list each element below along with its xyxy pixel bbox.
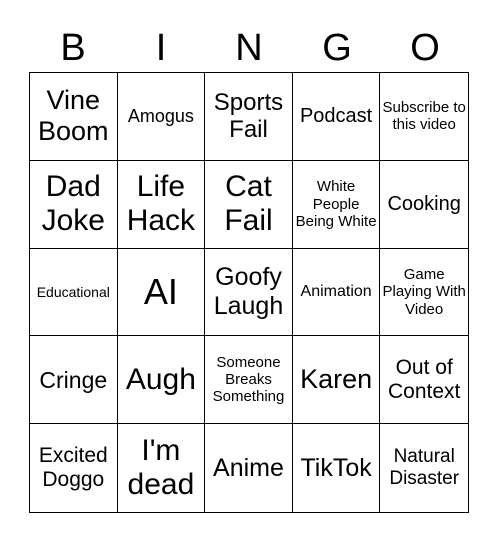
bingo-grid: Vine Boom Amogus Sports Fail Podcast Subscri…: [29, 72, 469, 513]
bingo-cell-label: Cat Fail: [224, 169, 273, 238]
bingo-cell[interactable]: Life Hack: [117, 160, 206, 249]
bingo-cell[interactable]: Educational: [30, 248, 118, 337]
bingo-cell-label: Dad Joke: [41, 169, 105, 238]
bingo-cell[interactable]: Animation: [292, 248, 381, 337]
header-letter-i: I: [155, 27, 167, 69]
bingo-cell[interactable]: Cringe: [30, 336, 118, 425]
bingo-cell-label: Life Hack: [126, 169, 196, 238]
bingo-cell[interactable]: TikTok: [293, 424, 381, 512]
bingo-cell[interactable]: Vine Boom: [30, 73, 118, 161]
bingo-cell-label: Animation: [300, 282, 372, 300]
bingo-cell[interactable]: Cooking: [380, 161, 468, 249]
bingo-cell-label: Podcast: [299, 104, 373, 127]
bingo-cell-label: AI: [143, 271, 178, 313]
bingo-cell[interactable]: Excited Doggo: [30, 424, 118, 512]
header-letter-n: N: [235, 27, 263, 69]
bingo-cell[interactable]: Augh: [117, 336, 206, 425]
bingo-header: B I N G O: [29, 24, 469, 72]
bingo-cell-label: Game Playing With Video: [382, 266, 466, 318]
bingo-cell[interactable]: Sports Fail: [205, 73, 293, 161]
bingo-cell[interactable]: Cat Fail: [205, 160, 293, 249]
bingo-cell-label: Natural Disaster: [389, 446, 460, 490]
header-letter-o: O: [410, 27, 440, 69]
bingo-cell-label: Subscribe to this video: [382, 99, 466, 134]
bingo-cell-label: Goofy Laugh: [213, 263, 284, 320]
bingo-cell[interactable]: Karen: [292, 336, 381, 425]
bingo-cell[interactable]: Amogus: [117, 73, 206, 161]
bingo-cell-label: I'm dead: [127, 433, 195, 502]
bingo-cell-label: Educational: [36, 283, 110, 300]
bingo-cell[interactable]: Anime: [205, 424, 293, 512]
bingo-cell-label: Sports Fail: [213, 88, 284, 144]
bingo-cell[interactable]: Out of Context: [380, 336, 468, 425]
bingo-cell[interactable]: Game Playing With Video: [380, 249, 468, 337]
bingo-cell-label: Excited Doggo: [38, 443, 108, 492]
header-letter-g: G: [322, 27, 352, 69]
bingo-cell-label: Anime: [213, 453, 284, 482]
bingo-cell[interactable]: Podcast: [292, 73, 381, 161]
bingo-cell-label: White People Being White: [295, 178, 377, 230]
bingo-cell[interactable]: AI: [117, 248, 206, 337]
bingo-cell[interactable]: Natural Disaster: [380, 424, 468, 512]
bingo-cell-label: TikTok: [300, 453, 372, 482]
bingo-cell-label: Cringe: [39, 366, 108, 393]
bingo-cell-label: Someone Breaks Something: [212, 353, 285, 406]
bingo-cell[interactable]: Goofy Laugh: [205, 248, 293, 337]
header-letter-b: B: [60, 27, 86, 69]
bingo-cell-label: Vine Boom: [38, 85, 109, 147]
bingo-cell[interactable]: I'm dead: [118, 424, 206, 512]
bingo-cell[interactable]: Someone Breaks Something: [205, 336, 293, 425]
bingo-cell-label: Augh: [125, 362, 196, 396]
bingo-cell-label: Karen: [300, 364, 373, 395]
bingo-cell[interactable]: Subscribe to this video: [380, 73, 468, 161]
bingo-cell-label: Cooking: [387, 192, 461, 215]
bingo-cell[interactable]: White People Being White: [292, 160, 381, 249]
bingo-cell-label: Out of Context: [388, 355, 461, 403]
bingo-cell-label: Amogus: [127, 106, 194, 127]
bingo-cell[interactable]: Dad Joke: [30, 160, 118, 249]
